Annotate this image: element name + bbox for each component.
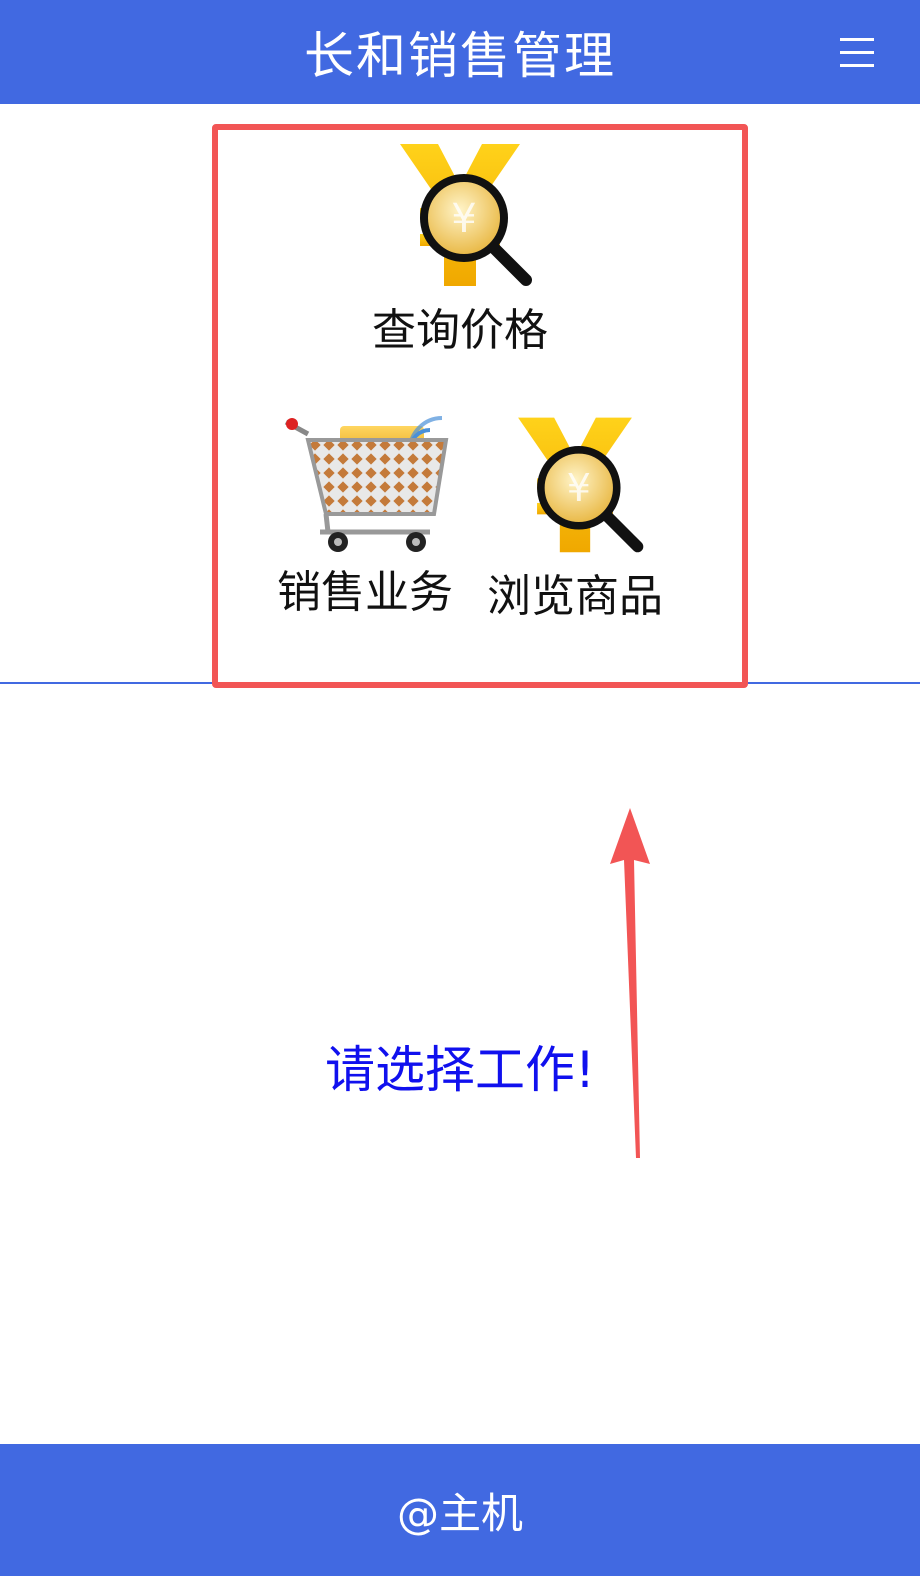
menu-item-browse-goods[interactable]: ¥ 浏览商品	[480, 410, 670, 624]
app-screen: 长和销售管理 ¥ 查询价格 销售业务 ¥ 浏览商品 请选择工作! @主机	[0, 0, 920, 1576]
app-footer: @主机	[0, 1444, 920, 1576]
shopping-cart-icon	[284, 416, 449, 552]
menu-item-label: 销售业务	[277, 567, 453, 618]
svg-text:¥: ¥	[451, 196, 476, 242]
menu-item-label: 查询价格	[372, 305, 548, 356]
app-title: 长和销售管理	[304, 27, 616, 85]
hamburger-menu-icon[interactable]	[840, 32, 874, 72]
menu-item-sales-business[interactable]: 销售业务	[270, 410, 460, 620]
arrow-up-annotation-icon	[610, 808, 650, 1158]
svg-text:¥: ¥	[567, 466, 591, 510]
app-header: 长和销售管理	[0, 0, 920, 104]
select-work-prompt: 请选择工作!	[324, 1041, 596, 1099]
yuan-magnifier-icon: ¥	[400, 144, 532, 286]
footer-host-label: @主机	[396, 1488, 523, 1538]
yuan-magnifier-icon: ¥	[518, 417, 644, 553]
menu-item-query-price[interactable]: ¥ 查询价格	[350, 136, 570, 358]
menu-item-label: 浏览商品	[487, 571, 663, 622]
